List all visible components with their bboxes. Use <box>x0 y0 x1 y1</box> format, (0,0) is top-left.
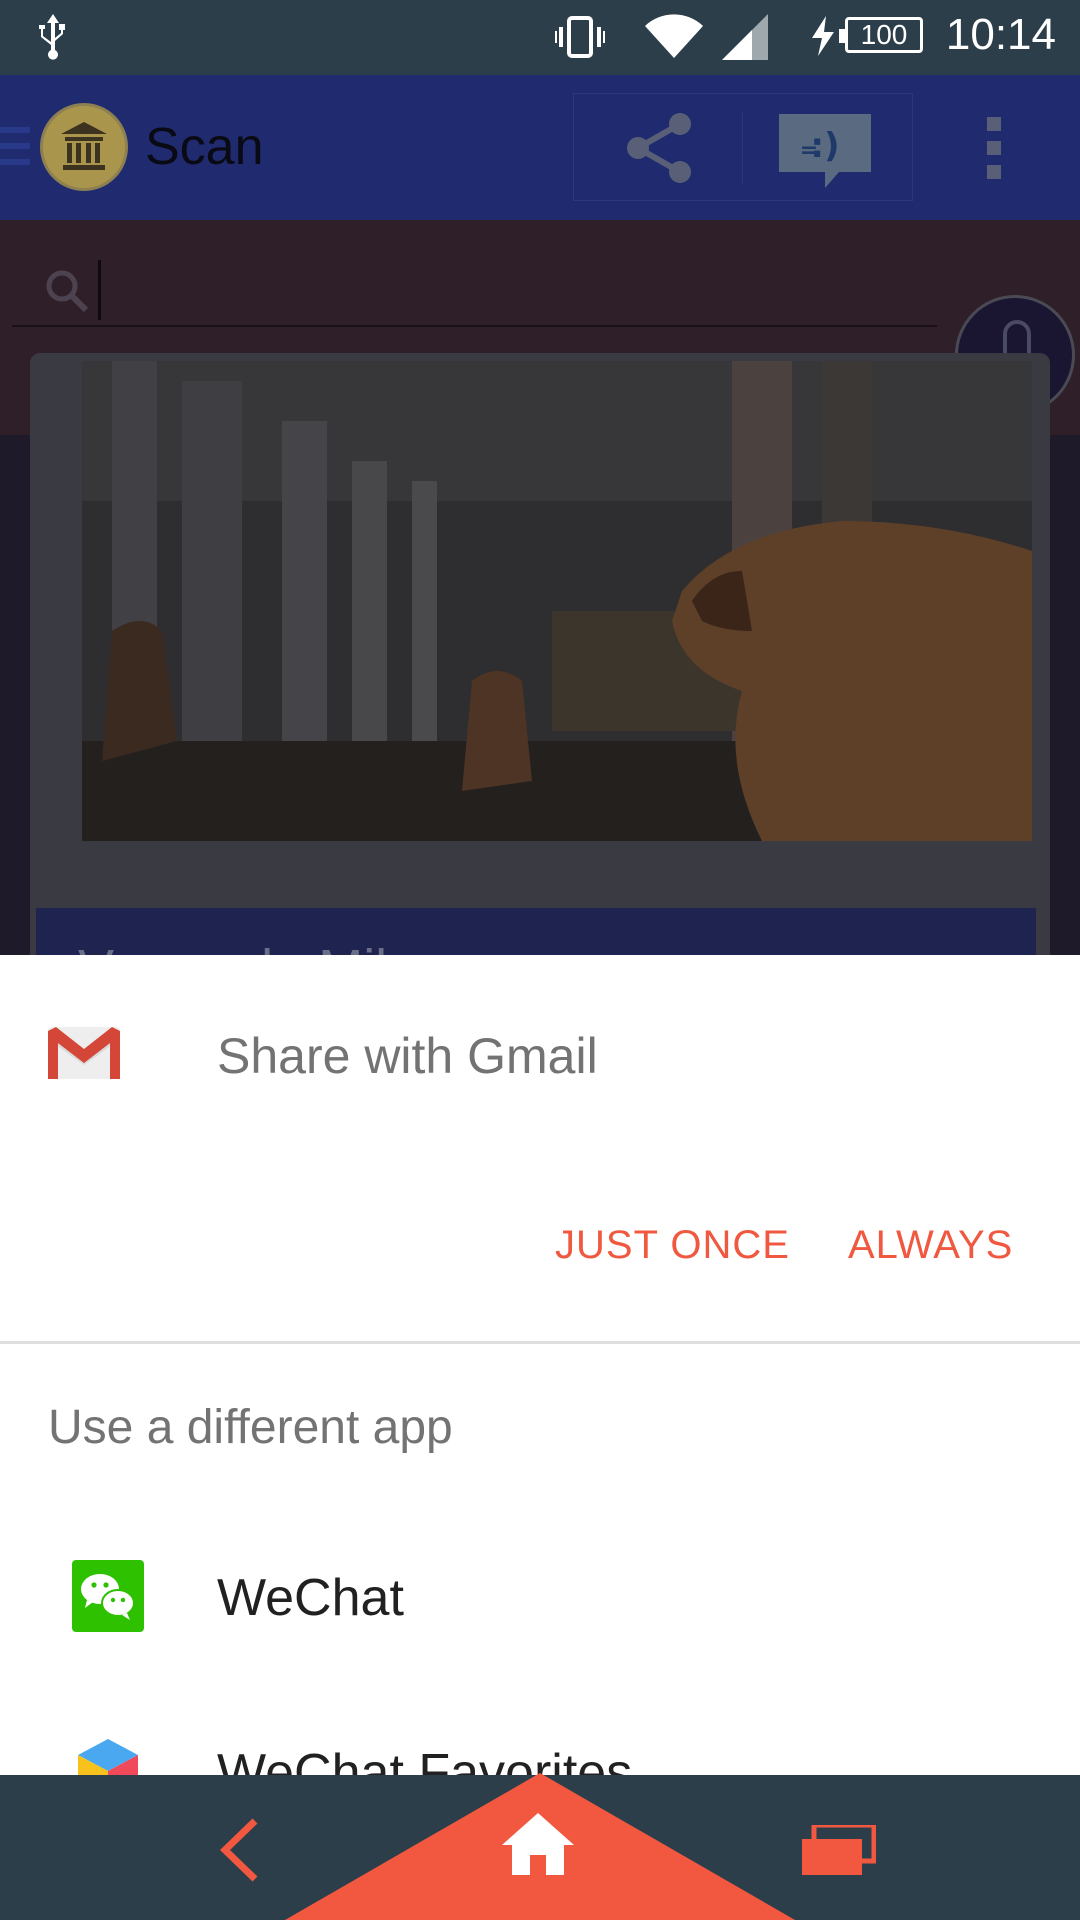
just-once-button[interactable]: JUST ONCE <box>555 1223 790 1268</box>
status-bar: 100 10:14 <box>0 0 1080 75</box>
wifi-icon <box>645 14 703 65</box>
battery-icon: 100 <box>839 17 923 53</box>
signal-icon <box>722 14 770 65</box>
usb-icon <box>36 12 70 65</box>
back-icon[interactable] <box>215 1817 265 1888</box>
list-item-wechat[interactable]: WeChat <box>0 1560 1080 1720</box>
sheet-divider <box>0 1341 1080 1344</box>
share-sheet: Share with Gmail JUST ONCE ALWAYS Use a … <box>0 955 1080 1775</box>
section-header: Use a different app <box>48 1401 453 1454</box>
recents-icon[interactable] <box>800 1822 877 1882</box>
wechat-favorites-icon <box>72 1735 144 1775</box>
app-label: WeChat Favorites <box>217 1744 633 1775</box>
home-icon[interactable] <box>500 1811 576 1882</box>
charging-icon <box>810 16 836 61</box>
wechat-icon <box>72 1560 144 1632</box>
clock: 10:14 <box>945 10 1056 59</box>
navigation-bar <box>0 1773 1080 1920</box>
app-label: WeChat <box>217 1569 404 1627</box>
dim-scrim[interactable] <box>0 75 1080 955</box>
vibrate-icon <box>555 16 605 63</box>
gmail-icon <box>48 1025 120 1086</box>
always-button[interactable]: ALWAYS <box>848 1223 1013 1268</box>
list-item-wechat-favorites[interactable]: WeChat Favorites <box>0 1735 1080 1775</box>
share-title: Share with Gmail <box>217 1028 598 1084</box>
battery-level: 100 <box>860 19 908 50</box>
